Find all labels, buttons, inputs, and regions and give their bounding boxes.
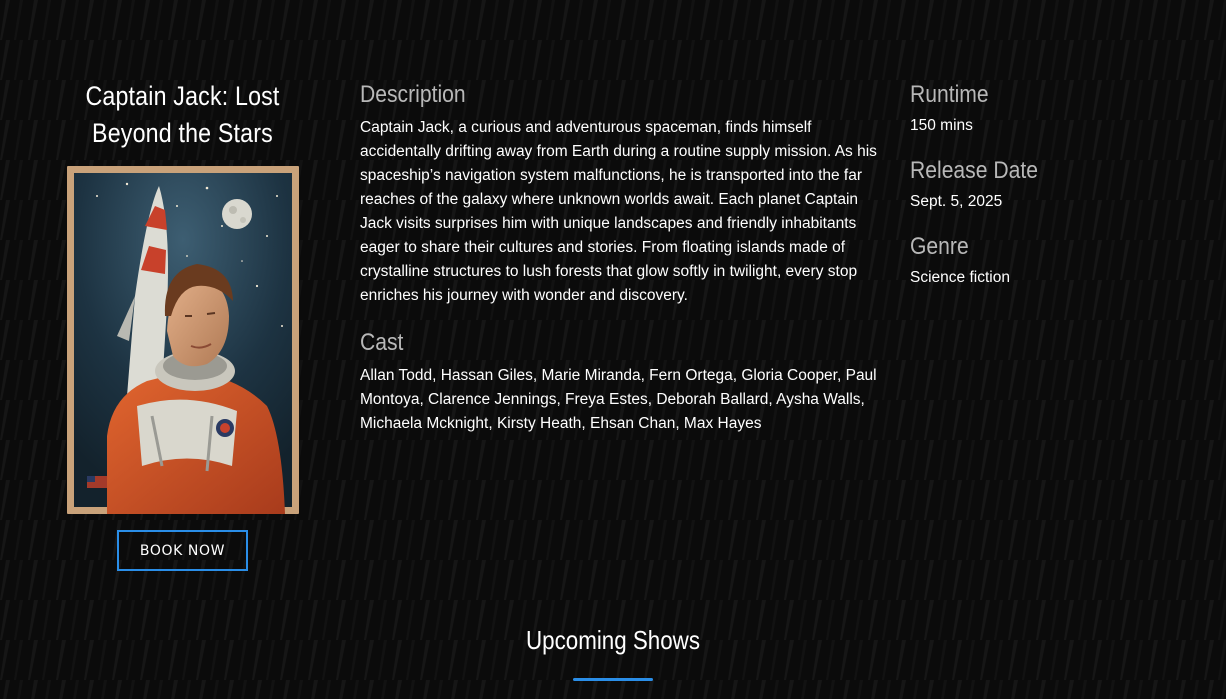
movie-poster xyxy=(66,166,299,514)
runtime-value: 150 mins xyxy=(910,117,973,134)
upcoming-shows-title: Upcoming Shows xyxy=(526,625,700,655)
genre-heading: Genre xyxy=(910,233,969,260)
upcoming-shows-section: Upcoming Shows xyxy=(0,622,1226,681)
movie-title: Captain Jack: Lost Beyond the Stars xyxy=(85,81,280,148)
movie-detail-page: Captain Jack: Lost Beyond the Stars BOOK… xyxy=(0,0,1226,699)
runtime-heading: Runtime xyxy=(910,81,989,108)
release-date-value: Sept. 5, 2025 xyxy=(910,193,1003,210)
release-date-heading: Release Date xyxy=(910,157,1038,184)
movie-summary-column: Captain Jack: Lost Beyond the Stars BOOK… xyxy=(60,78,305,571)
genre-value: Science fiction xyxy=(910,269,1010,286)
details-column: Runtime 150 mins Release Date Sept. 5, 2… xyxy=(910,80,1170,290)
title-underline xyxy=(573,678,653,681)
description-heading: Description xyxy=(360,81,466,108)
book-now-button[interactable]: BOOK NOW xyxy=(117,530,248,571)
cast-heading: Cast xyxy=(360,329,404,356)
description-text: Captain Jack, a curious and adventurous … xyxy=(360,119,877,304)
description-column: Description Captain Jack, a curious and … xyxy=(360,80,890,436)
cast-list: Allan Todd, Hassan Giles, Marie Miranda,… xyxy=(360,367,877,432)
